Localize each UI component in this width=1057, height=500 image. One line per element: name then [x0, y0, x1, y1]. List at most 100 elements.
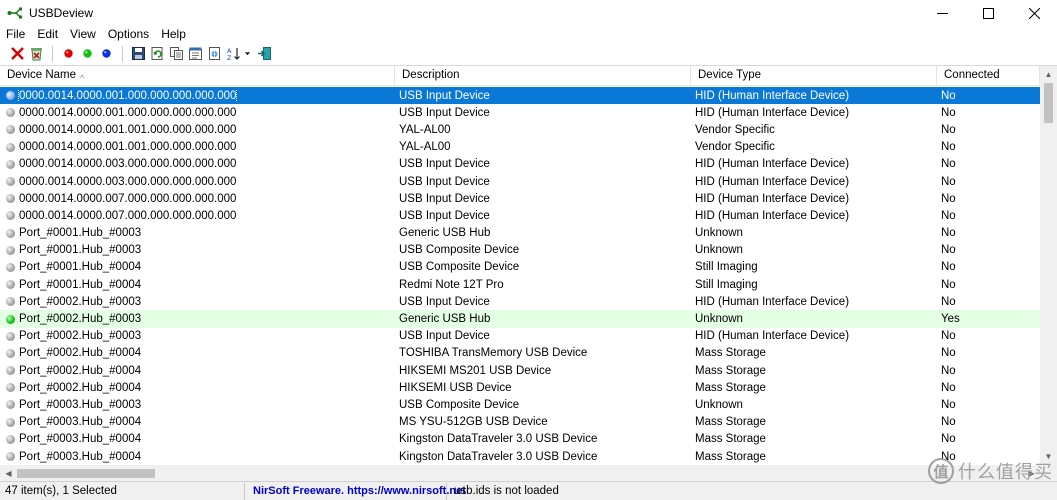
minimize-button[interactable]	[919, 0, 965, 26]
device-name-text: 0000.0014.0000.001.000.000.000.000.000	[19, 106, 237, 119]
horizontal-scrollbar[interactable]: ◀ ▶	[0, 465, 1040, 481]
table-row[interactable]: Port_#0002.Hub_#0003 USB Input Device HID …	[0, 328, 1040, 345]
device-name-text: 0000.0014.0000.001.001.000.000.000.000	[19, 123, 237, 136]
status-dot-icon	[6, 297, 15, 307]
status-dot-icon	[6, 245, 15, 255]
show-all-button[interactable]	[97, 44, 116, 63]
menu-view[interactable]: View	[64, 25, 102, 43]
table-row[interactable]: 0000.0014.0000.003.000.000.000.000.000 US…	[0, 156, 1040, 173]
vertical-scroll-thumb[interactable]	[1044, 83, 1053, 123]
html-report-button[interactable]	[205, 44, 224, 63]
svg-text:Z: Z	[227, 54, 232, 61]
table-row[interactable]: 0000.0014.0000.001.001.000.000.000.000 YA…	[0, 139, 1040, 156]
column-header-description[interactable]: Description	[395, 66, 691, 86]
table-row[interactable]: Port_#0002.Hub_#0003 Generic USB Hub Unkno…	[0, 310, 1040, 328]
status-dot-icon	[6, 177, 15, 187]
cell-description: USB Composite Device	[399, 244, 520, 257]
scroll-left-icon[interactable]: ◀	[0, 465, 17, 481]
table-row[interactable]: Port_#0002.Hub_#0003 USB Input Device HID …	[0, 293, 1040, 310]
table-row[interactable]: Port_#0002.Hub_#0004 HIKSEMI MS201 USB De…	[0, 362, 1040, 379]
nirsoft-link[interactable]: NirSoft Freeware. https://www.nirsoft.ne…	[245, 482, 466, 500]
device-list[interactable]: Device Name ^ Description Device Type Co…	[0, 65, 1057, 481]
device-name-text: Port_#0001.Hub_#0003	[19, 227, 142, 240]
cell-connected: No	[941, 158, 956, 171]
menu-file[interactable]: File	[0, 25, 31, 43]
status-bar: 47 item(s), 1 Selected NirSoft Freeware.…	[0, 481, 1057, 500]
vertical-scrollbar[interactable]: ▲ ▼	[1040, 66, 1057, 465]
window-controls	[919, 0, 1057, 26]
table-row[interactable]: Port_#0001.Hub_#0004 USB Composite Device…	[0, 259, 1040, 276]
save-button[interactable]	[129, 44, 148, 63]
properties-button[interactable]	[186, 44, 205, 63]
column-header-label: Connected	[944, 69, 1000, 81]
cell-device-name: Port_#0001.Hub_#0004	[0, 261, 395, 273]
table-row[interactable]: Port_#0003.Hub_#0004 MS YSU-512GB USB Dev…	[0, 414, 1040, 431]
table-row[interactable]: Port_#0003.Hub_#0004 Kingston DataTravele…	[0, 431, 1040, 448]
cell-description: Kingston DataTraveler 3.0 USB Device	[399, 450, 598, 463]
table-row[interactable]: Port_#0001.Hub_#0003 Generic USB Hub Unkno…	[0, 225, 1040, 242]
sort-button[interactable]: AZ	[224, 44, 243, 63]
status-dot-icon	[6, 434, 15, 444]
maximize-button[interactable]	[965, 0, 1011, 26]
cell-description: YAL-AL00	[399, 123, 451, 136]
cell-connected: Yes	[941, 313, 960, 326]
cell-connected: No	[941, 227, 956, 240]
cell-device-name: Port_#0002.Hub_#0004	[0, 347, 395, 359]
menu-edit[interactable]: Edit	[31, 25, 64, 43]
table-row[interactable]: 0000.0014.0000.001.000.000.000.000.000 US…	[0, 87, 1040, 105]
device-name-text: 0000.0014.0000.007.000.000.000.000.000	[19, 209, 237, 222]
cell-device-type: Still Imaging	[695, 261, 758, 274]
close-button[interactable]	[1011, 0, 1057, 26]
table-row[interactable]: 0000.0014.0000.001.000.000.000.000.000 US…	[0, 104, 1040, 121]
cell-device-name: 0000.0014.0000.007.000.000.000.000.000	[0, 210, 395, 222]
column-header-device-type[interactable]: Device Type	[691, 66, 937, 86]
table-row[interactable]: Port_#0003.Hub_#0004 Kingston DataTravele…	[0, 448, 1040, 465]
uninstall-button[interactable]	[27, 44, 46, 63]
scroll-up-icon[interactable]: ▲	[1040, 66, 1057, 83]
table-row[interactable]: Port_#0001.Hub_#0003 USB Composite Device…	[0, 242, 1040, 259]
device-name-text: Port_#0001.Hub_#0004	[19, 278, 142, 291]
refresh-button[interactable]	[148, 44, 167, 63]
show-disconnected-button[interactable]	[59, 44, 78, 63]
sort-ascending-icon: ^	[80, 73, 85, 83]
cell-connected: No	[941, 209, 956, 222]
table-row[interactable]: Port_#0003.Hub_#0003 USB Composite Device…	[0, 396, 1040, 413]
show-connected-button[interactable]	[78, 44, 97, 63]
cell-description: Generic USB Hub	[399, 313, 491, 326]
copy-button[interactable]	[167, 44, 186, 63]
sort-dropdown[interactable]	[243, 44, 251, 63]
column-header-label: Device Name	[7, 69, 77, 81]
cell-device-type: HID (Human Interface Device)	[695, 295, 850, 308]
chevron-down-icon	[244, 52, 250, 56]
device-name-text: Port_#0001.Hub_#0003	[19, 244, 142, 257]
table-row[interactable]: 0000.0014.0000.007.000.000.000.000.000 US…	[0, 207, 1040, 224]
column-header-connected[interactable]: Connected	[937, 66, 1040, 86]
cell-description: HIKSEMI MS201 USB Device	[399, 364, 552, 377]
table-row[interactable]: 0000.0014.0000.003.000.000.000.000.000 US…	[0, 173, 1040, 190]
cell-device-name: Port_#0003.Hub_#0003	[0, 399, 395, 411]
cell-description: USB Input Device	[399, 209, 490, 222]
cell-device-type: Mass Storage	[695, 364, 766, 377]
disconnect-button[interactable]	[8, 44, 27, 63]
menu-options[interactable]: Options	[102, 25, 155, 43]
status-dot-icon	[6, 159, 15, 169]
table-row[interactable]: 0000.0014.0000.001.001.000.000.000.000 YA…	[0, 121, 1040, 138]
cell-connected: No	[941, 295, 956, 308]
menu-help[interactable]: Help	[155, 25, 192, 43]
cell-device-name: 0000.0014.0000.001.000.000.000.000.000	[0, 107, 395, 119]
status-dot-icon	[6, 331, 15, 341]
table-row[interactable]: Port_#0001.Hub_#0004 Redmi Note 12T Pro St…	[0, 276, 1040, 293]
exit-button[interactable]	[255, 44, 274, 63]
cell-description: USB Composite Device	[399, 398, 520, 411]
cell-connected: No	[941, 89, 956, 102]
column-header-device-name[interactable]: Device Name ^	[0, 66, 395, 86]
cell-description: USB Input Device	[399, 158, 490, 171]
cell-description: USB Input Device	[399, 89, 490, 102]
table-row[interactable]: Port_#0002.Hub_#0004 TOSHIBA TransMemory …	[0, 345, 1040, 362]
table-row[interactable]: 0000.0014.0000.007.000.000.000.000.000 US…	[0, 190, 1040, 207]
device-name-text: 0000.0014.0000.003.000.000.000.000.000	[19, 158, 237, 171]
horizontal-scroll-thumb[interactable]	[17, 469, 155, 478]
table-row[interactable]: Port_#0002.Hub_#0004 HIKSEMI USB Device Ma…	[0, 379, 1040, 396]
cell-connected: No	[941, 244, 956, 257]
cell-device-name: Port_#0002.Hub_#0004	[0, 382, 395, 394]
